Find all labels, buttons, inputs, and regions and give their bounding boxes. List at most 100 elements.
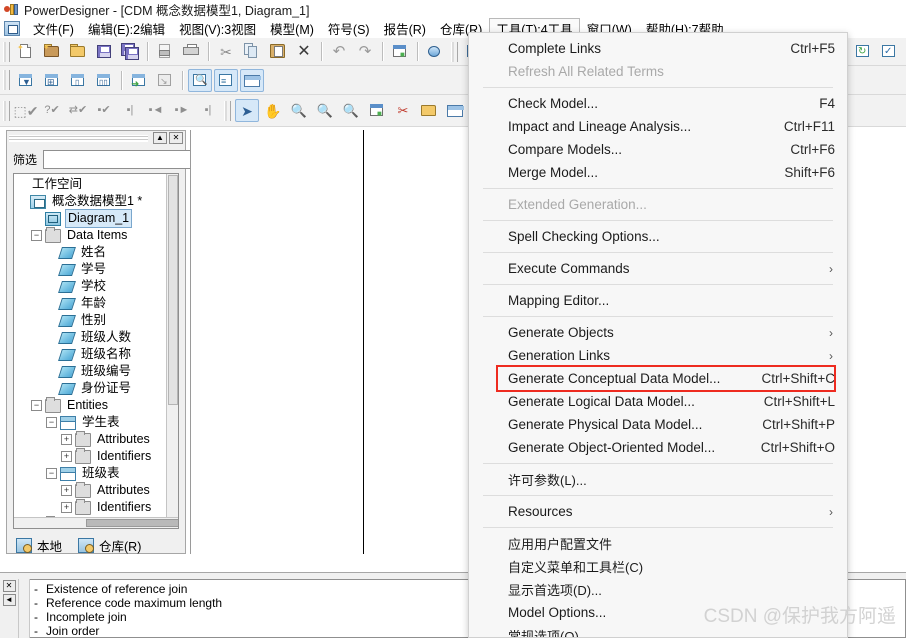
menu-item-d[interactable]: 显示首选项(D)... (469, 578, 847, 601)
menu-item-compare-models[interactable]: Compare Models... Ctrl+F6 (469, 138, 847, 161)
tree-node[interactable]: − Entities (16, 396, 178, 414)
align-left-icon[interactable]: ▪| (118, 99, 142, 122)
tree-collapse-icon[interactable]: − (31, 230, 42, 241)
menu-item-complete-links[interactable]: Complete Links Ctrl+F5 (469, 37, 847, 60)
scissors-icon[interactable]: ✂ (391, 99, 415, 122)
menu-item-c[interactable]: 自定义菜单和工具栏(C) (469, 555, 847, 578)
toolbar-grip[interactable] (3, 100, 10, 121)
result-list-icon[interactable] (240, 68, 264, 92)
tree-node[interactable]: 身份证号 (16, 380, 178, 397)
menu-item-[interactable]: 应用用户配置文件 (469, 532, 847, 555)
open-folder-icon[interactable] (66, 40, 90, 63)
new-diagram-icon[interactable]: ▯ (66, 69, 90, 92)
model-options-icon[interactable]: ⊞ (40, 69, 64, 92)
print-preview-icon[interactable] (153, 40, 177, 63)
tree-node[interactable]: 班级编号 (16, 363, 178, 380)
tree-expand-icon[interactable]: + (61, 434, 72, 445)
package-icon[interactable] (417, 99, 441, 122)
check-model-icon[interactable]: ✓ (877, 40, 901, 63)
align-edge-icon[interactable]: ▪| (196, 99, 220, 122)
tree-vertical-scrollbar[interactable] (166, 174, 178, 528)
pan-hand-icon[interactable]: ✋ (261, 99, 285, 122)
output-scroll-left-button[interactable]: ◄ (2, 594, 16, 606)
zoom-fit-icon[interactable]: 🔍 (339, 99, 363, 122)
tab-repository[interactable]: 仓库(R) (75, 535, 144, 556)
output-close-button[interactable]: ✕ (2, 580, 16, 592)
tree-collapse-icon[interactable]: − (46, 417, 57, 428)
tree-node[interactable]: − 学生表 (16, 414, 178, 431)
panel-drag-bar[interactable] (9, 134, 148, 142)
tree-node[interactable]: + Attributes (16, 430, 178, 448)
save-all-icon[interactable] (118, 40, 142, 63)
menu-item-generate-logical-data-model[interactable]: Generate Logical Data Model... Ctrl+Shift… (469, 390, 847, 413)
cut-icon[interactable]: ✂ (214, 40, 238, 63)
tree-node[interactable]: 概念数据模型1 * (16, 193, 178, 210)
tree-horizontal-scrollbar[interactable] (14, 517, 178, 528)
menu-item-check-model[interactable]: Check Model... F4 (469, 92, 847, 115)
toolbar-grip[interactable] (3, 70, 10, 90)
toolbar-grip[interactable] (3, 41, 10, 62)
menu-item-execute-commands[interactable]: Execute Commands › (469, 257, 847, 280)
panel-pin-button[interactable]: ▲ (153, 132, 167, 144)
new-document-icon[interactable]: ✦ (14, 40, 38, 63)
output-vertical-scrollbar[interactable] (18, 579, 30, 638)
menu-model[interactable]: 模型(M) (263, 18, 321, 39)
tree-node[interactable]: 班级人数 (16, 329, 178, 346)
paste-icon[interactable] (266, 40, 290, 63)
browser-icon[interactable]: 🔍 (188, 68, 212, 92)
save-icon[interactable] (92, 40, 116, 63)
copy-icon[interactable] (240, 40, 264, 63)
delete-icon[interactable]: ✕ (292, 40, 316, 63)
filter-input[interactable] (43, 149, 207, 169)
tree-node[interactable]: + Attributes (16, 481, 178, 499)
tree-node[interactable]: 姓名 (16, 244, 178, 261)
tree-expand-icon[interactable]: + (61, 502, 72, 513)
menu-file[interactable]: 文件(F) (26, 18, 81, 39)
menu-item-merge-model[interactable]: Merge Model... Shift+F6 (469, 161, 847, 184)
tools-menu-popup[interactable]: Complete Links Ctrl+F5 Refresh All Related… (468, 32, 848, 638)
tree-node[interactable]: 性别 (16, 312, 178, 329)
toolbar-grip[interactable] (224, 100, 231, 121)
menu-item-generate-objects[interactable]: Generate Objects › (469, 321, 847, 344)
tree-expand-icon[interactable]: + (61, 485, 72, 496)
model-menu-icon[interactable] (4, 21, 20, 36)
menu-view[interactable]: 视图(V):3视图 (172, 18, 263, 39)
menu-item-spell-checking-options[interactable]: Spell Checking Options... (469, 225, 847, 248)
new-model-icon[interactable]: ✦ (40, 40, 64, 63)
menu-item-generate-physical-data-model[interactable]: Generate Physical Data Model... Ctrl+Shif… (469, 413, 847, 436)
menu-item-generate-object-oriented-model[interactable]: Generate Object-Oriented Model... Ctrl+Sh… (469, 436, 847, 459)
select-none-icon[interactable]: ▪✔ (92, 99, 116, 122)
properties-icon[interactable]: ■ (365, 99, 389, 122)
panel-close-button[interactable]: ✕ (169, 132, 183, 144)
tree-node[interactable]: 班级名称 (16, 346, 178, 363)
menu-symbol[interactable]: 符号(S) (321, 18, 377, 39)
display-preferences-icon[interactable]: ▼ (14, 69, 38, 92)
menu-item-l[interactable]: 许可参数(L)... (469, 468, 847, 491)
refresh-model-icon[interactable]: ↻ (851, 40, 875, 63)
entity-icon[interactable] (443, 99, 467, 122)
tree-node[interactable]: − Data Items (16, 226, 178, 244)
tree-node[interactable]: + Identifiers (16, 498, 178, 516)
tree-expand-icon[interactable]: + (61, 451, 72, 462)
properties-icon[interactable]: ■ (388, 40, 412, 63)
align-center-icon[interactable]: ▪◄ (144, 99, 168, 122)
menu-edit[interactable]: 编辑(E):2编辑 (81, 18, 172, 39)
tree-collapse-icon[interactable]: − (31, 400, 42, 411)
menu-item-generation-links[interactable]: Generation Links › (469, 344, 847, 367)
select-unknown-icon[interactable]: ?✔ (40, 99, 64, 122)
generate-model-icon[interactable]: ➜ (127, 69, 151, 92)
tab-local[interactable]: 本地 (13, 535, 65, 556)
select-all-icon[interactable]: ⬚✔ (14, 99, 39, 122)
help-icon[interactable] (423, 40, 447, 63)
menu-item-generate-conceptual-data-model[interactable]: Generate Conceptual Data Model... Ctrl+Sh… (469, 367, 847, 390)
menu-item-resources[interactable]: Resources › (469, 500, 847, 523)
zoom-in-icon[interactable]: 🔍 (287, 99, 311, 122)
toolbar-grip[interactable] (451, 41, 458, 62)
menu-item-mapping-editor[interactable]: Mapping Editor... (469, 289, 847, 312)
tree-node[interactable]: 工作空间 (16, 176, 178, 193)
tree-node[interactable]: 年龄 (16, 295, 178, 312)
object-browser-tree[interactable]: 工作空间 概念数据模型1 * Diagram_1 − Data Items 姓名 学号 学校年… (13, 173, 179, 529)
tree-node[interactable]: + Identifiers (16, 447, 178, 465)
pointer-icon[interactable]: ➤ (235, 99, 259, 122)
output-window-icon[interactable]: ≡ (214, 68, 238, 92)
